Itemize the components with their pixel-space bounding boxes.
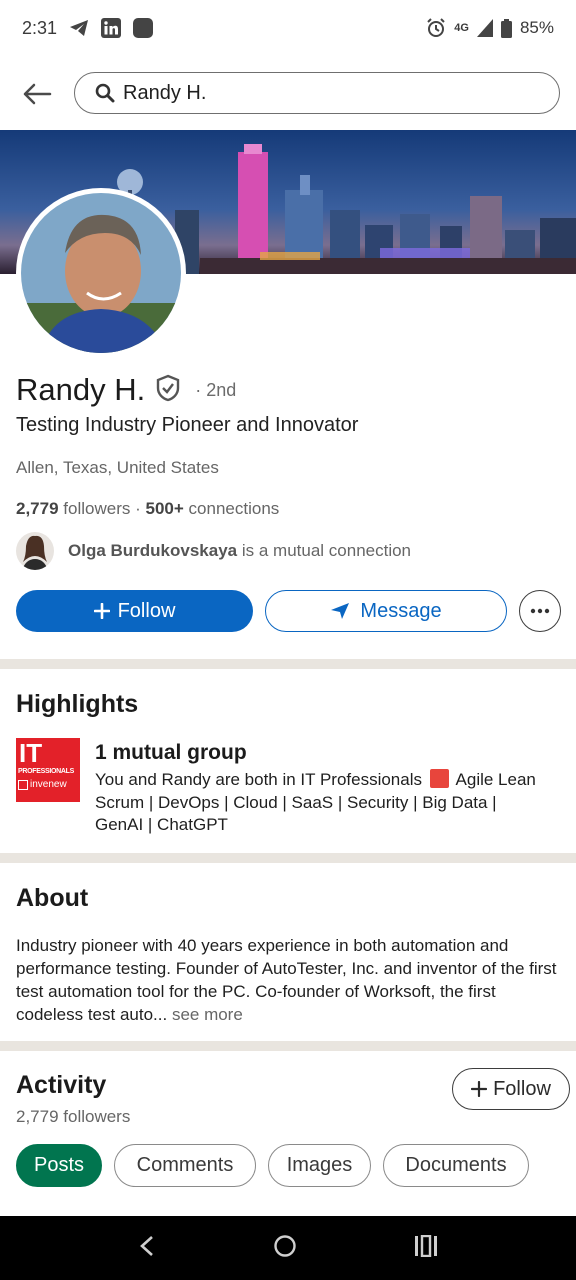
- back-arrow-icon: [23, 83, 52, 105]
- activity-follow-button[interactable]: Follow: [452, 1068, 570, 1110]
- highlights-title: Highlights: [16, 690, 139, 718]
- profile-actions: Follow Message: [16, 590, 561, 632]
- mutual-name: Olga Burdukovskaya: [68, 541, 238, 560]
- search-value: Randy H.: [123, 81, 207, 104]
- mutual-avatar: [16, 532, 54, 570]
- battery-level: 85%: [519, 18, 554, 37]
- section-divider: [0, 659, 576, 669]
- about-title: About: [16, 884, 89, 912]
- tab-documents[interactable]: Documents: [383, 1144, 529, 1187]
- linkedin-icon: [101, 18, 122, 38]
- battery-icon: [500, 18, 512, 38]
- plus-icon: [471, 1081, 488, 1097]
- profile-photo-image: [21, 193, 181, 353]
- nav-recents-button[interactable]: [414, 1234, 438, 1262]
- activity-tabs: Posts Comments Images Documents: [16, 1144, 529, 1187]
- more-options-button[interactable]: [519, 590, 561, 632]
- search-input[interactable]: Randy H.: [74, 72, 560, 114]
- logo-it-text: IT: [19, 738, 43, 768]
- logo-brand-icon: [18, 779, 28, 790]
- status-time: 2:31: [22, 17, 58, 38]
- chevron-left-icon: [140, 1235, 154, 1256]
- activity-title: Activity: [16, 1071, 107, 1099]
- mutual-suffix: is a mutual connection: [241, 541, 412, 560]
- connections-count: 500+: [145, 499, 184, 518]
- logo-brand-text: invenew: [30, 779, 67, 790]
- telegram-icon: [69, 19, 89, 37]
- network-type: 4G: [454, 22, 469, 34]
- group-text-before: You and Randy are both in IT Professiona…: [95, 770, 422, 789]
- app-icon: [133, 18, 154, 38]
- follow-button[interactable]: Follow: [16, 590, 253, 632]
- message-label: Message: [360, 599, 442, 622]
- activity-followers: 2,779 followers: [16, 1107, 131, 1126]
- plus-icon: [93, 603, 110, 619]
- about-body: Industry pioneer with 40 years experienc…: [16, 936, 557, 1024]
- stats-separator: ·: [135, 499, 141, 518]
- profile-location: Allen, Texas, United States: [16, 458, 219, 477]
- section-divider: [0, 853, 576, 863]
- tab-comments[interactable]: Comments: [114, 1144, 256, 1187]
- profile-name: Randy H.: [16, 372, 146, 407]
- about-text[interactable]: Industry pioneer with 40 years experienc…: [16, 934, 564, 1026]
- nav-back-button[interactable]: [138, 1234, 156, 1263]
- verified-shield-icon[interactable]: [155, 374, 181, 407]
- tab-images[interactable]: Images: [268, 1144, 371, 1187]
- nav-home-button[interactable]: [273, 1234, 297, 1263]
- signal-icon: [476, 19, 493, 37]
- profile-stats[interactable]: 2,779 followers · 500+ connections: [16, 499, 279, 519]
- profile-name-row: Randy H. · 2nd: [16, 372, 236, 408]
- avatar: [21, 193, 181, 353]
- connections-label: connections: [188, 499, 280, 518]
- recents-icon: [414, 1234, 437, 1257]
- activity-follow-label: Follow: [493, 1077, 551, 1100]
- message-button[interactable]: Message: [265, 590, 507, 632]
- profile-headline: Testing Industry Pioneer and Innovator: [16, 414, 359, 436]
- back-button[interactable]: [20, 77, 54, 111]
- red-square-icon: [429, 769, 449, 788]
- followers-count: 2,779: [16, 499, 59, 518]
- search-icon: [95, 83, 115, 103]
- tab-posts[interactable]: Posts: [16, 1144, 102, 1187]
- section-divider: [0, 1041, 576, 1051]
- mutual-group-text: You and Randy are both in IT Professiona…: [95, 769, 545, 837]
- profile-photo[interactable]: [16, 188, 186, 358]
- send-icon: [331, 603, 350, 619]
- status-bar: 2:31 4G 85%: [0, 0, 576, 56]
- connection-degree: · 2nd: [195, 379, 237, 400]
- more-dots-icon: [530, 608, 550, 614]
- alarm-icon: [426, 18, 446, 38]
- mutual-group-title[interactable]: 1 mutual group: [95, 741, 247, 765]
- follow-label: Follow: [117, 599, 176, 622]
- see-more-link[interactable]: see more: [172, 1005, 243, 1024]
- system-nav-bar: [0, 1216, 576, 1280]
- it-professionals-logo[interactable]: IT PROFESSIONALS invenew: [16, 738, 80, 802]
- followers-label: followers: [63, 499, 131, 518]
- home-circle-icon: [274, 1234, 296, 1257]
- logo-professionals-text: PROFESSIONALS: [18, 768, 74, 775]
- search-header: Randy H.: [0, 60, 576, 128]
- mutual-connection[interactable]: Olga Burdukovskaya is a mutual connectio…: [16, 532, 411, 570]
